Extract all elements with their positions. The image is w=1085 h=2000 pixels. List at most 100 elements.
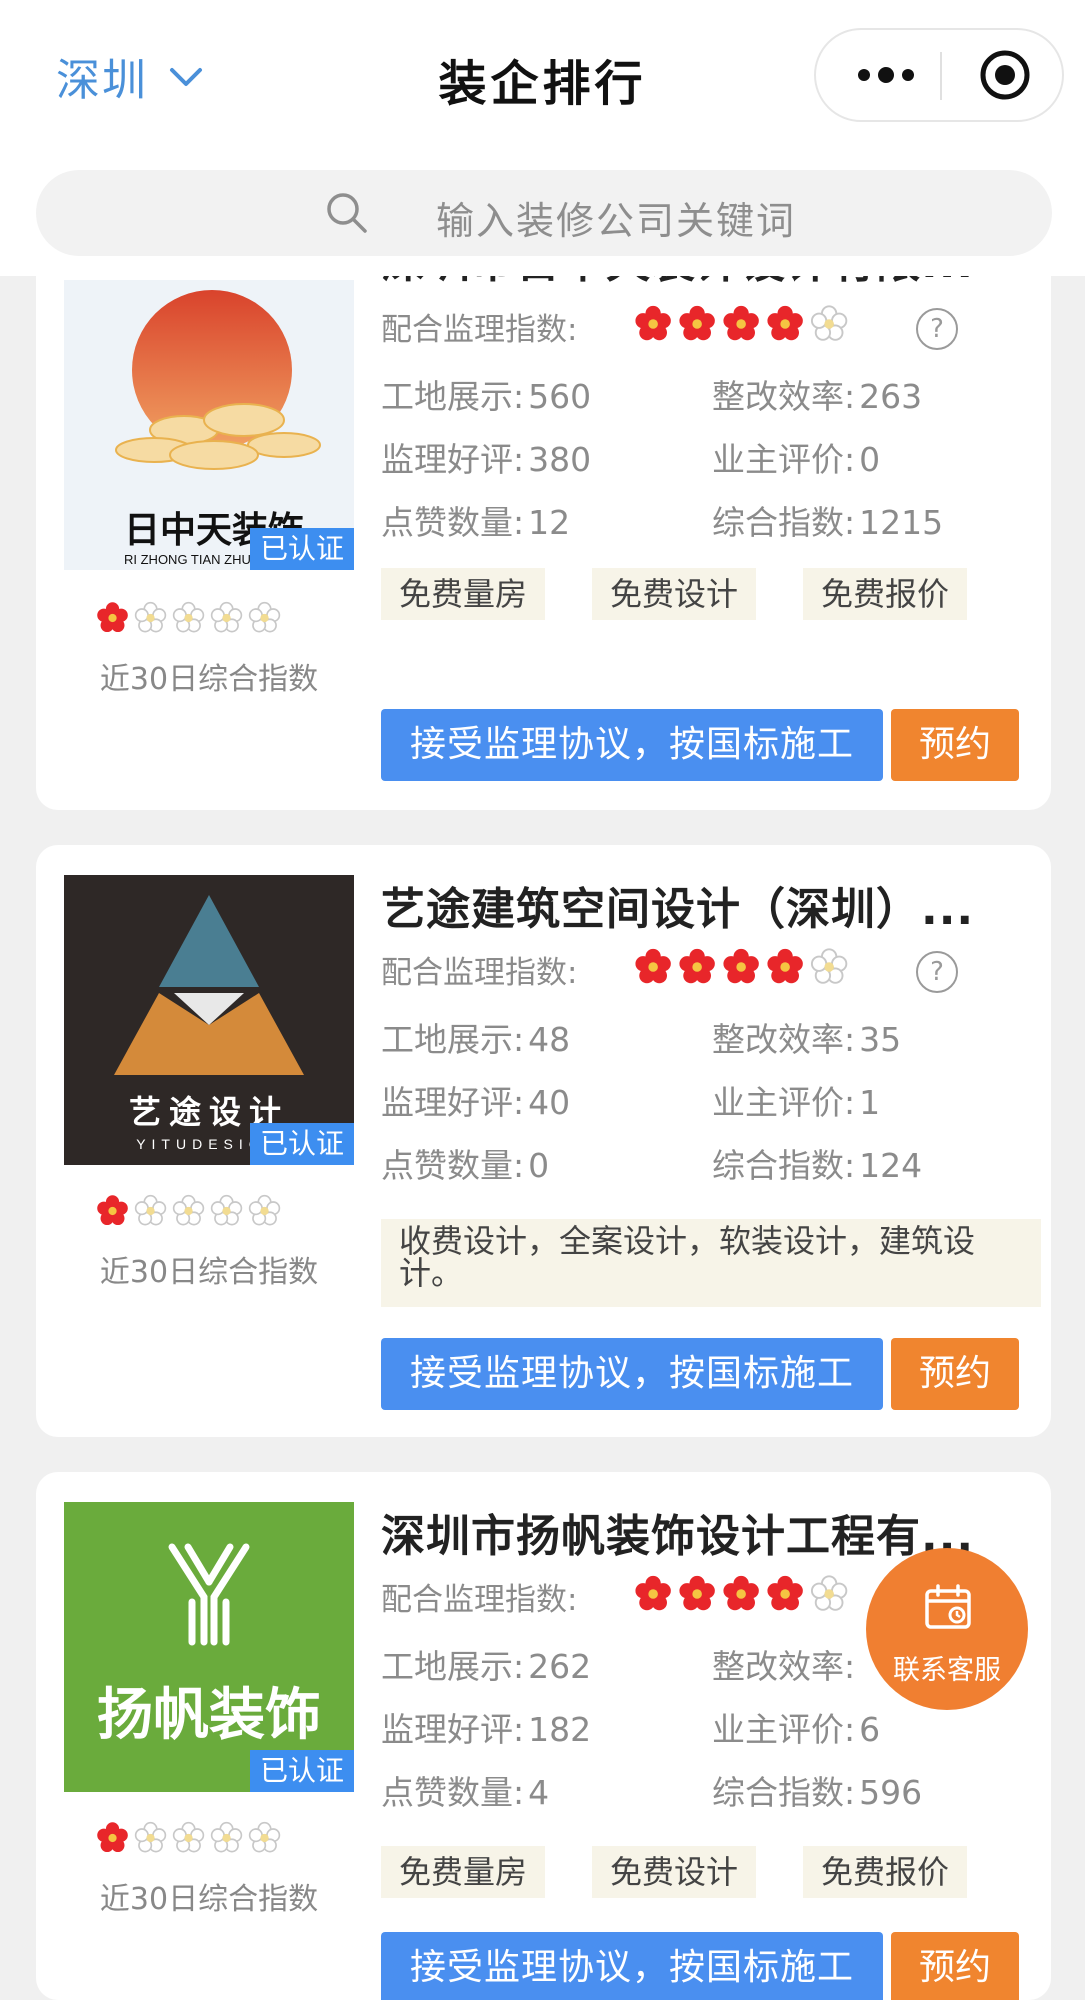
supervision-good-stat: 监理好评: 182 [381,1703,591,1751]
composite-label: 综合指数: [712,1773,856,1812]
company-card[interactable]: 扬帆装饰 已认证 近30日综合指数 深圳市扬帆装饰设计工程有... 配合监理指数… [36,1472,1051,2000]
search-placeholder: 输入装修公司关键词 [436,199,797,243]
index-note: 近30日综合指数 [99,662,319,697]
coop-rating-flowers [635,305,848,341]
owner-review-label: 业主评价: [712,1710,856,1749]
site-show-label: 工地展示: [381,377,525,416]
supervision-good-label: 监理好评: [381,440,525,479]
verified-badge: 已认证 [249,1750,354,1792]
site-show-label: 工地展示: [381,1020,525,1059]
likes-value: 4 [528,1773,550,1812]
supervision-good-value: 182 [528,1710,592,1749]
coop-index-label: 配合监理指数: [381,1582,578,1618]
help-icon[interactable]: ? [916,951,958,993]
contact-service-label: 联系客服 [893,1655,1001,1686]
rectify-value: 263 [859,377,923,416]
supervision-good-stat: 监理好评: 380 [381,433,591,481]
composite-stat: 综合指数: 1215 [712,496,943,544]
owner-review-stat: 业主评价: 0 [712,433,880,481]
site-show-stat: 工地展示: 262 [381,1640,591,1688]
rating-flowers [97,601,281,633]
more-icon [858,67,914,83]
verified-badge: 已认证 [249,528,354,570]
company-logo[interactable]: 艺途设计 YITUDESIGN 已认证 [64,875,354,1165]
search-icon [327,193,367,233]
help-icon[interactable]: ? [916,308,958,350]
tag-free-measure: 免费量房 [381,568,546,620]
company-card[interactable]: 艺途设计 YITUDESIGN 已认证 近30日综合指数 艺途建筑空间设计（深圳… [36,845,1051,1437]
triangle-logo-image: 艺途设计 YITUDESIGN [114,895,304,1152]
tag-free-quote: 免费报价 [803,568,968,620]
verified-badge: 已认证 [249,1123,354,1165]
rectify-value: 35 [859,1020,902,1059]
sun-logo-image: 日中天装饰 RI ZHONG TIAN ZHUANGSHI [115,290,321,567]
supervision-good-label: 监理好评: [381,1710,525,1749]
site-show-value: 262 [528,1647,592,1686]
site-show-label: 工地展示: [381,1647,525,1686]
composite-value: 1215 [859,503,944,542]
site-show-stat: 工地展示: 48 [381,1013,570,1061]
site-show-value: 48 [528,1020,571,1059]
likes-label: 点赞数量: [381,1773,525,1812]
target-icon [980,50,1030,100]
tag-free-design: 免费设计 [592,568,757,620]
company-logo[interactable]: 扬帆装饰 已认证 [64,1502,354,1792]
protocol-button[interactable]: 接受监理协议，按国标施工 [381,709,883,781]
likes-stat: 点赞数量: 4 [381,1766,549,1814]
composite-stat: 综合指数: 596 [712,1766,922,1814]
company-card[interactable]: 日中天装饰 RI ZHONG TIAN ZHUANGSHI 已认证 近30日综合… [36,220,1051,810]
logo-text: 扬帆装饰 [97,1683,321,1746]
likes-stat: 点赞数量: 0 [381,1139,549,1187]
supervision-good-label: 监理好评: [381,1083,525,1122]
composite-label: 综合指数: [712,503,856,542]
supervision-good-value: 40 [528,1083,571,1122]
rating-flowers [97,1821,281,1853]
rectify-label: 整改效率: [712,1647,856,1686]
coop-index-label: 配合监理指数: [381,312,578,348]
likes-stat: 点赞数量: 12 [381,496,570,544]
mini-program-capsule [814,28,1064,122]
coop-rating-flowers [635,948,848,984]
calendar-icon [925,1584,971,1629]
rating-flowers [97,1194,281,1226]
company-logo[interactable]: 日中天装饰 RI ZHONG TIAN ZHUANGSHI 已认证 [64,280,354,570]
book-button[interactable]: 预约 [891,1932,1019,2000]
site-show-stat: 工地展示: 560 [381,370,591,418]
top-bar: 深圳 装企排行 输入装修公司关键词 [0,0,1085,276]
supervision-good-stat: 监理好评: 40 [381,1076,570,1124]
tag-free-measure: 免费量房 [381,1846,546,1898]
coop-rating-flowers [635,1575,848,1611]
tag-free-quote: 免费报价 [803,1846,968,1898]
likes-value: 0 [528,1146,550,1185]
composite-value: 124 [859,1146,923,1185]
tag-free-design: 免费设计 [592,1846,757,1898]
owner-review-label: 业主评价: [712,440,856,479]
yangfan-logo-image: 扬帆装饰 [97,1543,321,1746]
index-note: 近30日综合指数 [99,1255,319,1290]
owner-review-stat: 业主评价: 6 [712,1703,880,1751]
likes-value: 12 [528,503,571,542]
supervision-good-value: 380 [528,440,592,479]
service-tags: 收费设计，全案设计，软装设计，建筑设计。 [381,1219,1041,1307]
contact-service-button[interactable]: 联系客服 [866,1548,1028,1710]
company-name[interactable]: 艺途建筑空间设计（深圳）... [381,873,1021,937]
protocol-button[interactable]: 接受监理协议，按国标施工 [381,1338,883,1410]
likes-label: 点赞数量: [381,1146,525,1185]
composite-label: 综合指数: [712,1146,856,1185]
protocol-button[interactable]: 接受监理协议，按国标施工 [381,1932,883,2000]
rectify-label: 整改效率: [712,1020,856,1059]
rectify-label: 整改效率: [712,377,856,416]
owner-review-value: 0 [859,440,881,479]
index-note: 近30日综合指数 [99,1882,319,1917]
book-button[interactable]: 预约 [891,709,1019,781]
owner-review-stat: 业主评价: 1 [712,1076,880,1124]
composite-value: 596 [859,1773,923,1812]
rectify-stat: 整改效率: 35 [712,1013,901,1061]
composite-stat: 综合指数: 124 [712,1139,922,1187]
more-button[interactable] [836,30,936,120]
owner-review-label: 业主评价: [712,1083,856,1122]
search-input[interactable]: 输入装修公司关键词 [36,170,1052,256]
close-button[interactable] [962,30,1048,120]
book-button[interactable]: 预约 [891,1338,1019,1410]
coop-index-label: 配合监理指数: [381,955,578,991]
